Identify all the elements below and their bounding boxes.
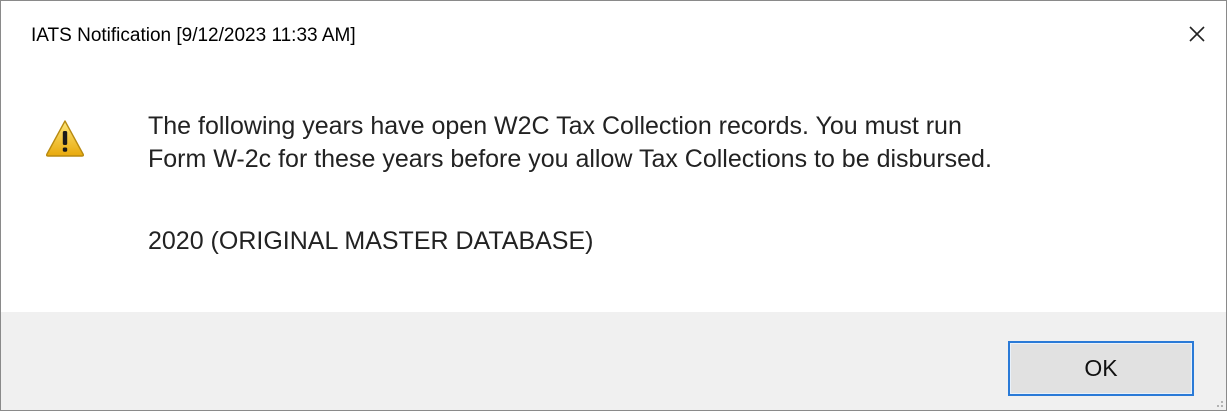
message-line: The following years have open W2C Tax Co…: [148, 112, 962, 140]
dialog-title: IATS Notification [9/12/2023 11:33 AM]: [31, 25, 356, 46]
button-bar: OK: [1, 312, 1226, 410]
dialog-content: The following years have open W2C Tax Co…: [1, 67, 1226, 312]
warning-icon: [45, 120, 85, 157]
message-text: The following years have open W2C Tax Co…: [148, 110, 1208, 176]
title-bar: IATS Notification [9/12/2023 11:33 AM]: [1, 1, 1226, 67]
year-item: 2020 (ORIGINAL MASTER DATABASE): [148, 227, 594, 255]
close-button[interactable]: [1166, 1, 1226, 67]
message-line: Form W-2c for these years before you all…: [148, 145, 992, 173]
resize-grip-icon[interactable]: [1212, 396, 1224, 408]
ok-button[interactable]: OK: [1008, 341, 1194, 396]
notification-dialog: IATS Notification [9/12/2023 11:33 AM] T…: [0, 0, 1227, 411]
close-icon: [1189, 26, 1205, 42]
